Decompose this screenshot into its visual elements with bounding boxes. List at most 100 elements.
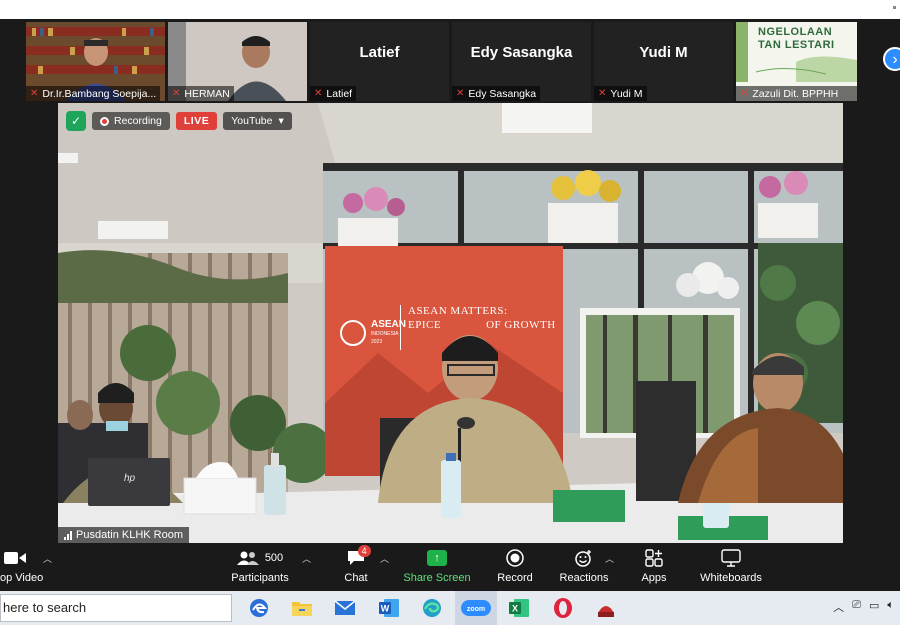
participant-display-name: Yudi M (639, 44, 688, 61)
participant-tile-latief[interactable]: Latief ✕ Latief (310, 22, 449, 101)
banner-text-line1: ASEAN MATTERS: (408, 305, 508, 317)
caret-down-icon: ▾ (278, 115, 284, 127)
participant-name: Yudi M (610, 87, 643, 100)
participant-name-bar: ✕ Dr.Ir.Bambang Soepija... (26, 86, 161, 101)
whiteboard-icon (696, 547, 766, 569)
recording-indicator[interactable]: Recording (92, 112, 170, 130)
corner-dot (893, 6, 896, 9)
battery-icon[interactable]: ▭ (869, 599, 879, 615)
share-screen-label: Share Screen (403, 572, 471, 584)
reactions-button[interactable]: Reactions (556, 547, 612, 584)
participant-display-name: Latief (359, 44, 400, 61)
participant-strip: ✕ Dr.Ir.Bambang Soepija... ✕ HERMAN Latief… (0, 19, 900, 103)
record-label: Record (497, 572, 533, 584)
banner-text-line2-part1: EPICE (408, 319, 442, 331)
record-button[interactable]: Record (493, 547, 537, 584)
word-icon[interactable]: W (376, 595, 402, 621)
zoom-taskbar-icon[interactable]: zoom (455, 591, 497, 625)
mic-muted-icon: ✕ (456, 88, 465, 99)
whiteboards-label: Whiteboards (700, 572, 762, 584)
participants-options-caret-icon[interactable]: ︿ (302, 552, 311, 565)
svg-text:W: W (381, 604, 390, 614)
participant-name-bar: ✕ Zazuli Dit. BPPHH (736, 86, 857, 101)
participants-count: 500 (264, 552, 284, 564)
svg-text:X: X (512, 604, 518, 614)
participant-display-name: Edy Sasangka (470, 44, 573, 61)
chat-label: Chat (344, 572, 368, 584)
recording-status-bar: ✓ Recording LIVE YouTube ▾ (66, 111, 292, 131)
whiteboards-button[interactable]: Whiteboards (696, 547, 766, 584)
stream-target-dropdown[interactable]: YouTube ▾ (223, 112, 292, 130)
slide-title-line1: NGELOLAAN (758, 26, 833, 38)
reactions-options-caret-icon[interactable]: ︿ (605, 552, 614, 565)
main-video[interactable]: ASEAN INDONESIA 2023 ASEAN MATTERS: EPIC… (58, 103, 843, 543)
tray-expand-icon[interactable]: ︿ (833, 599, 844, 615)
search-box-text: here to search (3, 600, 87, 615)
window-top-edge (0, 0, 900, 19)
file-explorer-icon[interactable] (289, 595, 315, 621)
excel-icon[interactable]: X (506, 595, 532, 621)
chat-bubble-icon: 4 (336, 545, 376, 569)
system-tray: ︿ ⎚ ▭ 🔈︎ (833, 599, 894, 615)
taskbar-search-box[interactable]: here to search (0, 594, 232, 622)
mic-muted-icon: ✕ (740, 88, 749, 99)
app-icon[interactable] (593, 595, 619, 621)
participant-name: Edy Sasangka (468, 87, 537, 100)
recording-dot-icon (100, 116, 109, 126)
participant-name: HERMAN (184, 87, 230, 100)
apps-button[interactable]: Apps (636, 547, 672, 584)
participants-button[interactable]: 500 Participants (228, 547, 292, 584)
edge-icon[interactable] (419, 595, 445, 621)
mic-muted-icon: ✕ (30, 88, 39, 99)
mic-muted-icon: ✕ (598, 88, 607, 99)
participant-name: Latief (326, 87, 353, 100)
participant-tile-herman[interactable]: ✕ HERMAN (168, 22, 307, 101)
share-screen-icon: ↑ (402, 547, 472, 569)
windows-taskbar: here to search W zoom X ︿ ⎚ ▭ 🔈︎ (0, 591, 900, 625)
reactions-label: Reactions (559, 572, 609, 584)
participant-tile-bambang[interactable]: ✕ Dr.Ir.Bambang Soepija... (26, 22, 165, 101)
slide-title-line2: TAN LESTARI (758, 39, 835, 51)
banner-subtitle: INDONESIA (371, 331, 399, 337)
zoom-icon-label: zoom (467, 606, 485, 613)
participants-icon: 500 (228, 547, 292, 569)
mic-muted-icon: ✕ (314, 88, 323, 99)
chat-options-caret-icon[interactable]: ︿ (380, 552, 389, 565)
participant-name-bar: ✕ Latief (310, 86, 357, 101)
security-shield-icon[interactable]: ✓ (66, 111, 86, 131)
participant-name: Dr.Ir.Bambang Soepija... (42, 87, 157, 100)
participant-name-bar: ✕ Edy Sasangka (452, 86, 541, 101)
chat-button[interactable]: 4 Chat (336, 545, 376, 584)
participants-label: Participants (231, 572, 289, 584)
banner-text-line2-part2: OF GROWTH (486, 319, 556, 331)
opera-icon[interactable] (550, 595, 576, 621)
participant-tile-zazuli[interactable]: NGELOLAAN TAN LESTARI ✕ Zazuli Dit. BPPHH (736, 22, 857, 101)
record-icon (493, 547, 537, 569)
network-icon[interactable]: ⎚ (852, 599, 861, 615)
stop-video-label: op Video (0, 572, 44, 584)
banner-year: 2023 (371, 339, 383, 345)
participant-name-bar: ✕ Yudi M (594, 86, 647, 101)
participant-name-bar: ✕ HERMAN (168, 86, 234, 101)
stream-target-label: YouTube (231, 115, 273, 127)
room-name-tag: Pusdatin KLHK Room (58, 527, 189, 543)
apps-label: Apps (641, 572, 667, 584)
participant-name: Zazuli Dit. BPPHH (752, 87, 839, 100)
signal-strength-icon (64, 530, 72, 540)
participant-tile-edy[interactable]: Edy Sasangka ✕ Edy Sasangka (452, 22, 591, 101)
share-screen-button[interactable]: ↑ Share Screen (402, 547, 472, 584)
participant-tile-yudi[interactable]: Yudi M ✕ Yudi M (594, 22, 733, 101)
reactions-smiley-icon (556, 547, 612, 569)
next-page-arrow-icon[interactable]: › (883, 47, 900, 71)
mail-icon[interactable] (332, 595, 358, 621)
laptop-logo: hp (124, 473, 136, 484)
room-name: Pusdatin KLHK Room (76, 529, 183, 541)
banner-text-line2: EPICE OF GROWTH (408, 319, 556, 331)
video-options-caret-icon[interactable]: ︿ (43, 552, 52, 565)
recording-label: Recording (114, 115, 162, 127)
chat-unread-badge: 4 (357, 545, 371, 557)
volume-icon[interactable]: 🔈︎ (887, 599, 894, 615)
apps-icon (636, 547, 672, 569)
live-badge[interactable]: LIVE (175, 112, 218, 130)
edge-legacy-icon[interactable] (246, 595, 272, 621)
